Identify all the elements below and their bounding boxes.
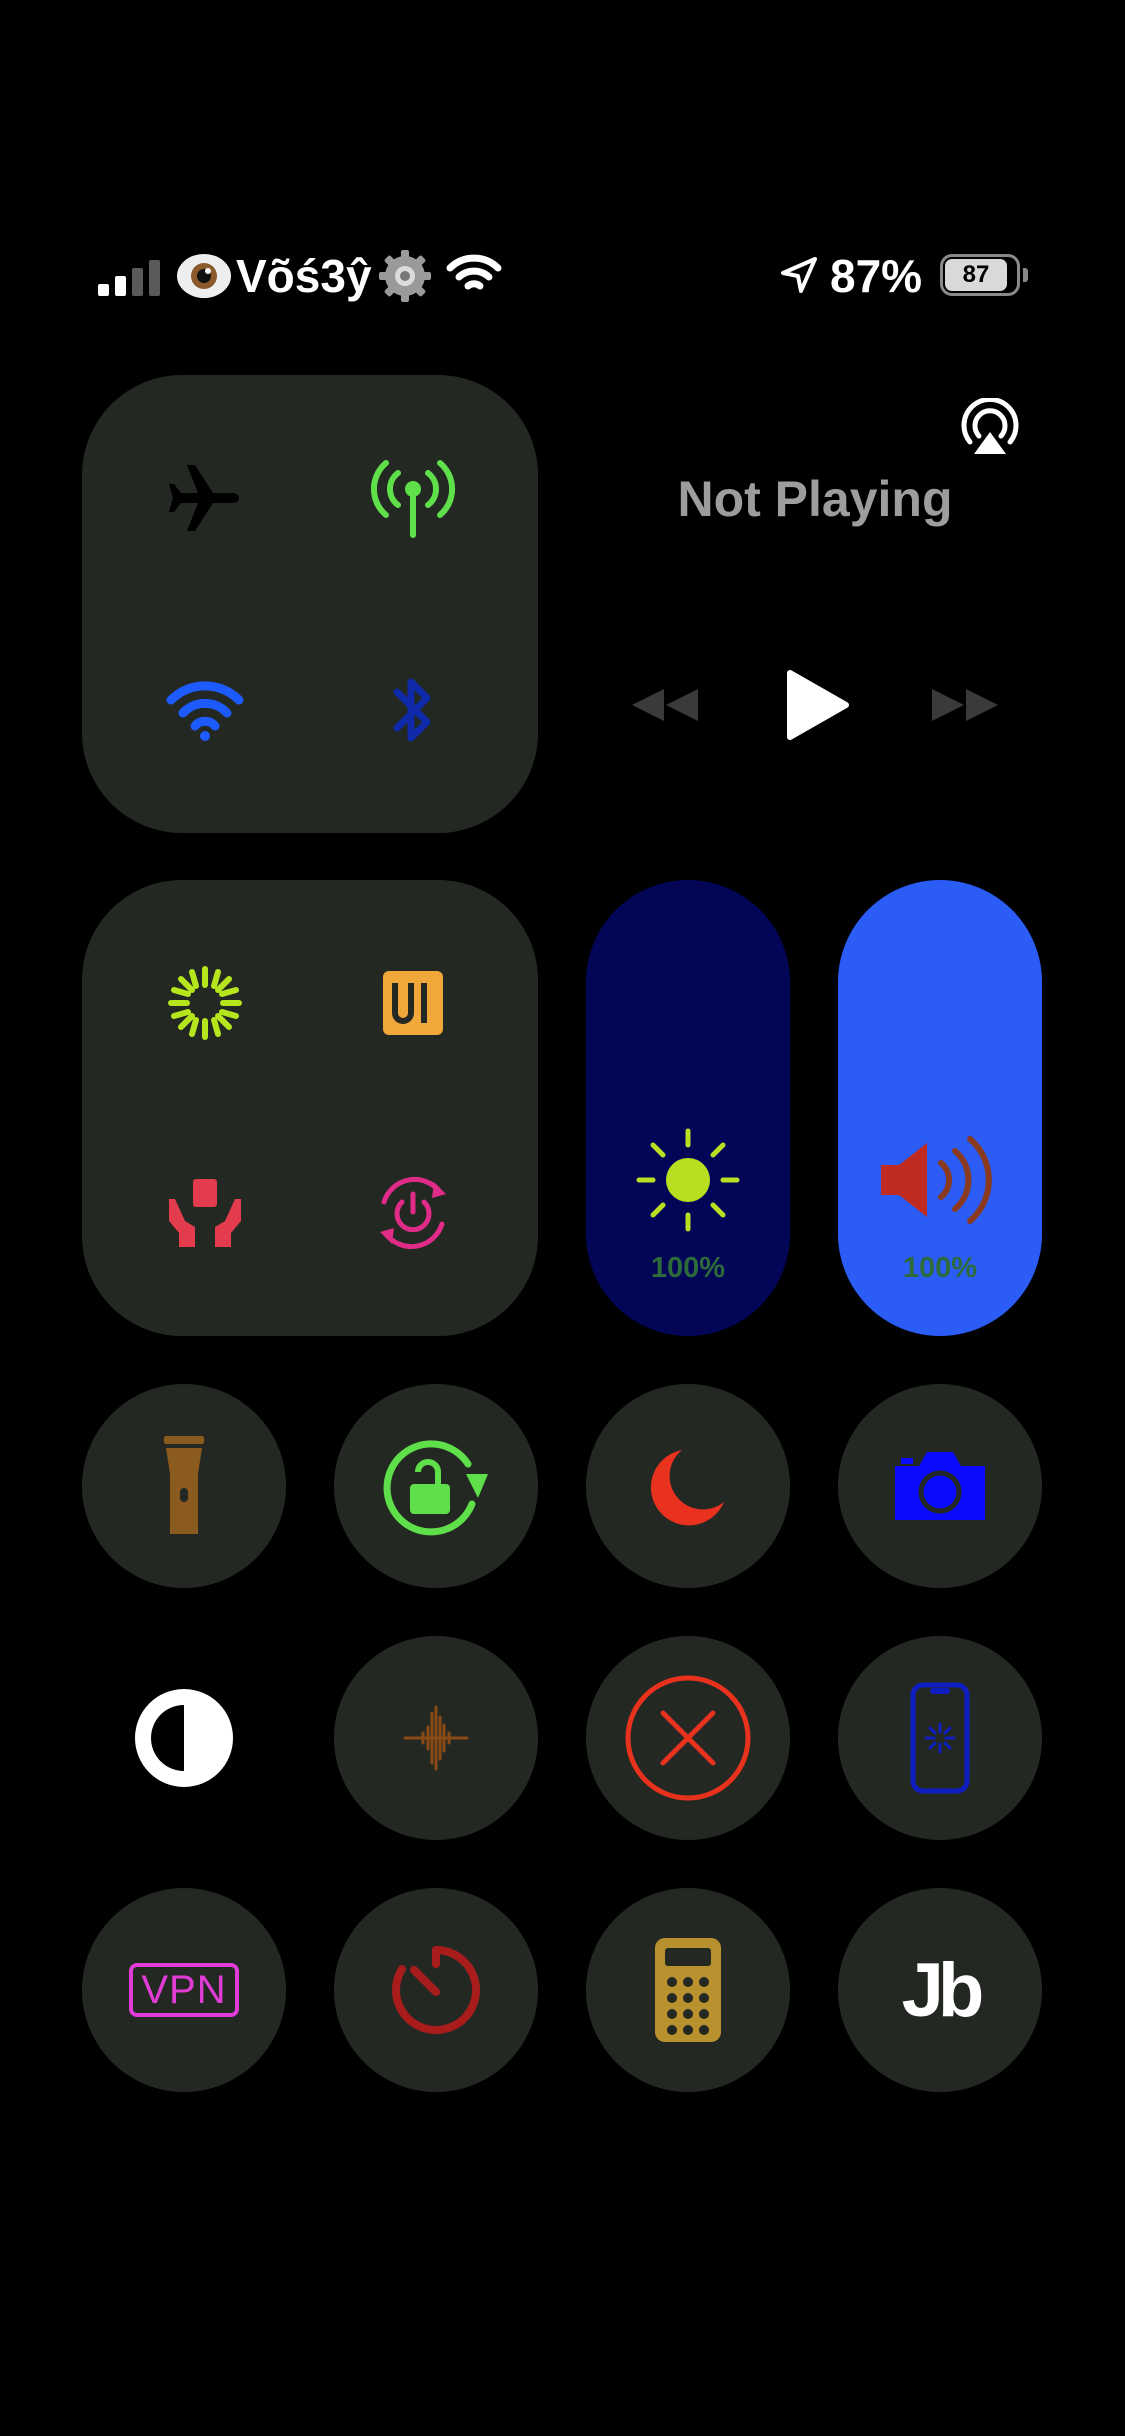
play-button[interactable] bbox=[772, 665, 862, 745]
phone-loading-icon bbox=[910, 1682, 970, 1794]
jailbreak-app-button[interactable]: Jb bbox=[838, 1888, 1042, 2092]
volume-slider[interactable]: 100% bbox=[838, 880, 1042, 1336]
bluetooth-toggle-button[interactable] bbox=[338, 635, 488, 785]
spinner-toggle-button[interactable] bbox=[130, 928, 280, 1078]
sun-icon bbox=[628, 1120, 748, 1240]
cellular-signal-icon bbox=[98, 260, 162, 296]
volume-value: 100% bbox=[902, 1252, 978, 1284]
timer-icon bbox=[392, 1946, 481, 2034]
rotation-lock-button[interactable] bbox=[334, 1384, 538, 1588]
airplane-mode-button[interactable] bbox=[130, 423, 280, 573]
rotation-lock-icon bbox=[383, 1440, 488, 1536]
rewind-icon bbox=[632, 689, 698, 721]
location-arrow-icon bbox=[780, 256, 818, 294]
now-playing-title: Not Playing bbox=[677, 471, 953, 527]
battery-level-text: 87 bbox=[962, 261, 990, 288]
battery-percentage: 87% bbox=[830, 250, 923, 302]
dark-mode-icon bbox=[135, 1689, 233, 1787]
dark-mode-button[interactable] bbox=[82, 1636, 286, 1840]
power-cycle-icon bbox=[380, 1176, 446, 1250]
flashlight-icon bbox=[164, 1436, 204, 1534]
respring-button[interactable] bbox=[338, 1138, 488, 1288]
ui-logo-icon bbox=[383, 971, 443, 1035]
flashlight-button[interactable] bbox=[82, 1384, 286, 1588]
close-action-button[interactable] bbox=[586, 1636, 790, 1840]
fast-forward-button[interactable] bbox=[920, 670, 1010, 740]
rewind-button[interactable] bbox=[620, 670, 710, 740]
camera-icon bbox=[895, 1452, 985, 1520]
bluetooth-icon bbox=[393, 678, 431, 742]
eye-icon bbox=[176, 250, 232, 302]
cellular-data-button[interactable] bbox=[338, 423, 488, 573]
waveform-icon bbox=[403, 1705, 469, 1771]
brightness-slider[interactable]: 100% bbox=[586, 880, 790, 1336]
close-circle-icon bbox=[625, 1675, 751, 1801]
vpn-button[interactable]: VPN bbox=[82, 1888, 286, 2092]
moon-icon bbox=[650, 1450, 724, 1526]
ui-app-button[interactable] bbox=[338, 928, 488, 1078]
do-not-disturb-button[interactable] bbox=[586, 1384, 790, 1588]
wifi-toggle-button[interactable] bbox=[130, 635, 280, 785]
screen-mirroring-button[interactable] bbox=[838, 1636, 1042, 1840]
hands-lift-button[interactable] bbox=[130, 1138, 280, 1288]
airplay-icon bbox=[961, 398, 1019, 454]
camera-button[interactable] bbox=[838, 1384, 1042, 1588]
voice-memos-button[interactable] bbox=[334, 1636, 538, 1840]
connectivity-panel bbox=[82, 375, 538, 833]
battery-icon: 87 bbox=[940, 254, 1030, 298]
calculator-icon bbox=[655, 1938, 721, 2042]
loading-spinner-icon bbox=[168, 966, 242, 1040]
fast-forward-icon bbox=[932, 689, 998, 721]
speaker-icon bbox=[874, 1125, 1004, 1235]
jb-logo-text: Jb bbox=[901, 1947, 985, 2033]
gear-icon bbox=[377, 248, 433, 304]
wifi-icon bbox=[166, 681, 244, 741]
hands-lifting-icon bbox=[169, 1179, 241, 1247]
timer-button[interactable] bbox=[334, 1888, 538, 2092]
play-icon bbox=[787, 670, 849, 740]
airplane-icon bbox=[169, 465, 239, 531]
vpn-label: VPN bbox=[141, 1968, 227, 2012]
airplay-button[interactable] bbox=[955, 395, 1025, 465]
antenna-icon bbox=[370, 460, 456, 538]
vpn-badge: VPN bbox=[129, 1963, 239, 2017]
calculator-button[interactable] bbox=[586, 1888, 790, 2092]
shortcuts-panel bbox=[82, 880, 538, 1336]
brightness-value: 100% bbox=[650, 1252, 726, 1284]
wifi-status-icon bbox=[446, 252, 502, 296]
carrier-name: Võś3ŷ bbox=[236, 250, 372, 302]
